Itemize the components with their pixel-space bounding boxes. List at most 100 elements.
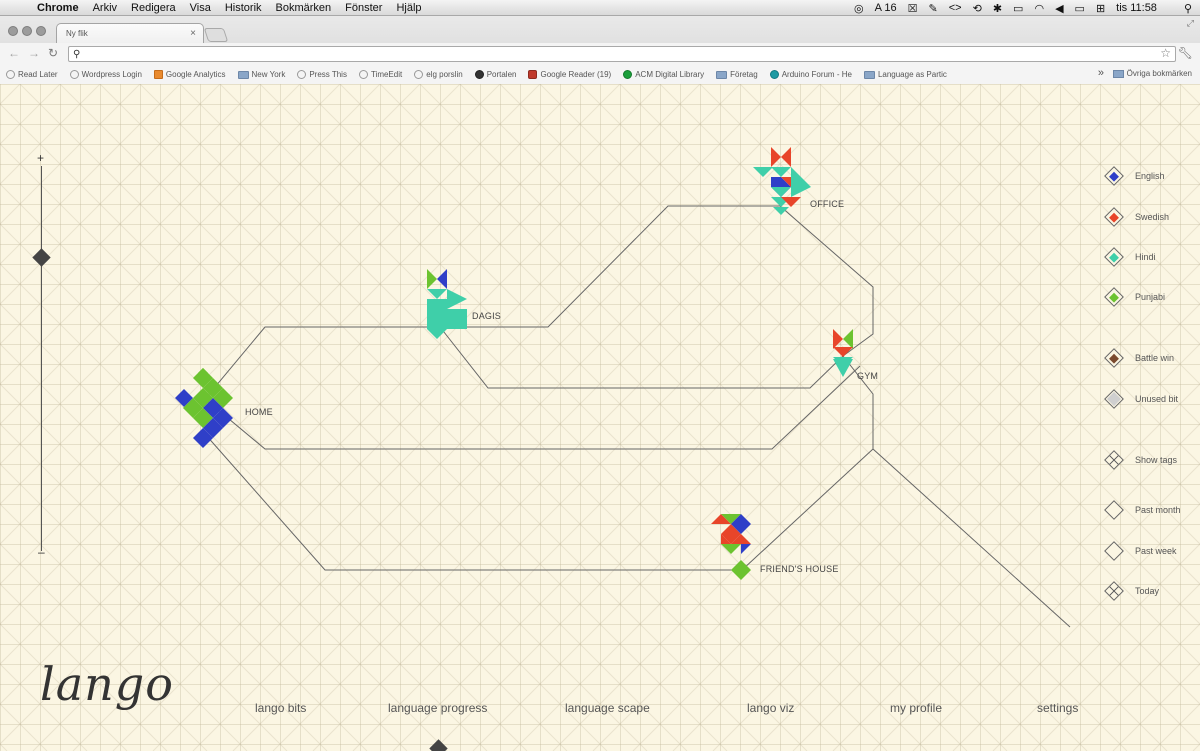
bookmark-label: TimeEdit xyxy=(370,70,403,79)
bookmark-google-analytics[interactable]: Google Analytics xyxy=(153,70,226,79)
menu-hjalp[interactable]: Hjälp xyxy=(389,0,428,16)
menu-app-name[interactable]: Chrome xyxy=(30,0,86,16)
nav-language-scape[interactable]: language scape xyxy=(565,701,650,715)
tab-new-tab[interactable]: Ny flik × xyxy=(56,23,204,43)
address-bar[interactable]: ⚲ ☆ xyxy=(68,46,1176,62)
legend-battle-win[interactable]: Battle win xyxy=(1104,348,1175,368)
nav-my-profile[interactable]: my profile xyxy=(890,701,942,715)
nav-language-progress[interactable]: language progress xyxy=(388,701,487,715)
zoom-in-button[interactable]: + xyxy=(37,151,44,165)
wrench-menu-icon[interactable]: 🔧︎ xyxy=(1178,46,1193,60)
bookmark-read-later[interactable]: Read Later xyxy=(6,70,58,79)
globe-icon xyxy=(358,70,368,79)
battle-win-diamond-icon xyxy=(1104,348,1124,368)
legend-swedish[interactable]: Swedish xyxy=(1104,207,1170,227)
bookmark-label: Wordpress Login xyxy=(81,70,142,79)
route-gym-southeast[interactable] xyxy=(842,355,1071,628)
bookmark-arduino[interactable]: Arduino Forum - He xyxy=(769,70,852,79)
bookmark-timeedit[interactable]: TimeEdit xyxy=(358,70,403,79)
filter-past-week[interactable]: Past week xyxy=(1104,541,1177,561)
place-label-home[interactable]: HOME xyxy=(245,407,273,417)
nav-settings[interactable]: settings xyxy=(1037,701,1078,715)
bookmark-acm[interactable]: ACM Digital Library xyxy=(623,70,704,79)
filter-past-month[interactable]: Past month xyxy=(1104,500,1181,520)
nav-lango-viz[interactable]: lango viz xyxy=(747,701,794,715)
bluetooth-icon[interactable]: ✱ xyxy=(993,2,1002,15)
bookmark-press-this[interactable]: Press This xyxy=(297,70,347,79)
wifi-icon[interactable]: ◠ xyxy=(1034,2,1044,15)
place-label-friends-house[interactable]: FRIEND'S HOUSE xyxy=(760,564,839,574)
route-home-gym[interactable] xyxy=(204,365,861,450)
legend-swatch xyxy=(1106,391,1122,407)
zoom-out-button[interactable]: – xyxy=(38,545,45,559)
minimize-window-button[interactable] xyxy=(22,26,32,36)
place-label-office[interactable]: OFFICE xyxy=(810,199,844,209)
place-label-dagis[interactable]: DAGIS xyxy=(472,311,501,321)
sync-icon[interactable]: ◎ xyxy=(854,2,864,15)
legend-swatch xyxy=(1109,353,1119,363)
flag-icon[interactable]: ⊞ xyxy=(1096,2,1105,15)
empty-diamond-icon xyxy=(1104,541,1124,561)
nav-lango-bits[interactable]: lango bits xyxy=(255,701,306,715)
evernote-icon[interactable]: ✎ xyxy=(929,2,938,15)
place-marker-gym[interactable] xyxy=(833,329,853,377)
menu-historik[interactable]: Historik xyxy=(218,0,269,16)
close-tab-icon[interactable]: × xyxy=(190,28,196,39)
filter-today[interactable]: Today xyxy=(1104,581,1159,601)
place-marker-dagis[interactable] xyxy=(427,269,467,339)
bookmark-wordpress-login[interactable]: Wordpress Login xyxy=(69,70,142,79)
route-home-friends[interactable] xyxy=(204,433,874,571)
zoom-slider-track[interactable] xyxy=(41,166,42,551)
back-button[interactable]: ← xyxy=(8,46,20,60)
display-icon[interactable]: ▭ xyxy=(1013,2,1023,15)
system-menubar: Chrome Arkiv Redigera Visa Historik Bokm… xyxy=(0,0,1200,16)
route-dagis-gym[interactable] xyxy=(439,326,844,389)
place-label-gym[interactable]: GYM xyxy=(857,371,878,381)
bookmark-label: New York xyxy=(251,70,286,79)
bookmark-elg-porslin[interactable]: elg porslin xyxy=(414,70,463,79)
reload-button[interactable]: ↻ xyxy=(48,46,58,60)
legend-unused-bit[interactable]: Unused bit xyxy=(1104,389,1178,409)
legend-label: Swedish xyxy=(1135,212,1170,222)
menu-visa[interactable]: Visa xyxy=(183,0,218,16)
fullscreen-icon[interactable]: ⤢ xyxy=(1187,18,1194,29)
new-tab-button[interactable] xyxy=(203,28,229,42)
zoom-window-button[interactable] xyxy=(36,26,46,36)
adobe-icon[interactable]: A 16 xyxy=(875,2,897,14)
legend-punjabi[interactable]: Punjabi xyxy=(1104,287,1165,307)
other-bookmarks-folder[interactable]: Övriga bokmärken xyxy=(1112,69,1192,78)
lango-logo[interactable]: lango xyxy=(40,657,174,711)
menu-fonster[interactable]: Fönster xyxy=(338,0,389,16)
menu-arkiv[interactable]: Arkiv xyxy=(86,0,124,16)
bookmark-language-as-partic[interactable]: Language as Partic xyxy=(863,70,947,79)
menu-bokmarken[interactable]: Bokmärken xyxy=(269,0,339,16)
place-marker-home[interactable] xyxy=(175,368,233,448)
legend-hindi[interactable]: Hindi xyxy=(1104,247,1156,267)
filter-show-tags[interactable]: Show tags xyxy=(1104,450,1177,470)
bookmark-new-york[interactable]: New York xyxy=(237,70,286,79)
code-icon[interactable]: <> xyxy=(949,2,962,14)
bookmark-label: ACM Digital Library xyxy=(635,70,705,79)
menubar-clock[interactable]: tis 11:58 xyxy=(1116,2,1157,14)
close-window-button[interactable] xyxy=(8,26,18,36)
bookmark-star-icon[interactable]: ☆ xyxy=(1160,46,1171,60)
battery-icon[interactable]: ▭ xyxy=(1075,2,1085,15)
filter-label: Past month xyxy=(1135,505,1181,515)
bookmark-foretag[interactable]: Företag xyxy=(716,70,758,79)
spotlight-icon[interactable]: ⚲ xyxy=(1184,2,1192,15)
forward-button[interactable]: → xyxy=(28,46,40,60)
bookmark-portalen[interactable]: Portalen xyxy=(474,70,516,79)
close-box-icon[interactable]: ☒ xyxy=(908,2,918,15)
legend-english[interactable]: English xyxy=(1104,166,1165,186)
route-office-gym[interactable] xyxy=(779,205,874,357)
menu-redigera[interactable]: Redigera xyxy=(124,0,183,16)
place-marker-office[interactable] xyxy=(753,147,811,215)
volume-icon[interactable]: ◀ xyxy=(1055,2,1063,15)
legend-label: Hindi xyxy=(1135,252,1156,262)
more-bookmarks-chevron-icon[interactable]: » xyxy=(1098,67,1104,79)
legend-label: Battle win xyxy=(1135,353,1175,363)
route-home-dagis[interactable] xyxy=(204,205,780,400)
bookmark-google-reader[interactable]: Google Reader (19) xyxy=(528,70,611,79)
reader-icon xyxy=(528,70,538,79)
time-machine-icon[interactable]: ⟲ xyxy=(973,2,982,15)
